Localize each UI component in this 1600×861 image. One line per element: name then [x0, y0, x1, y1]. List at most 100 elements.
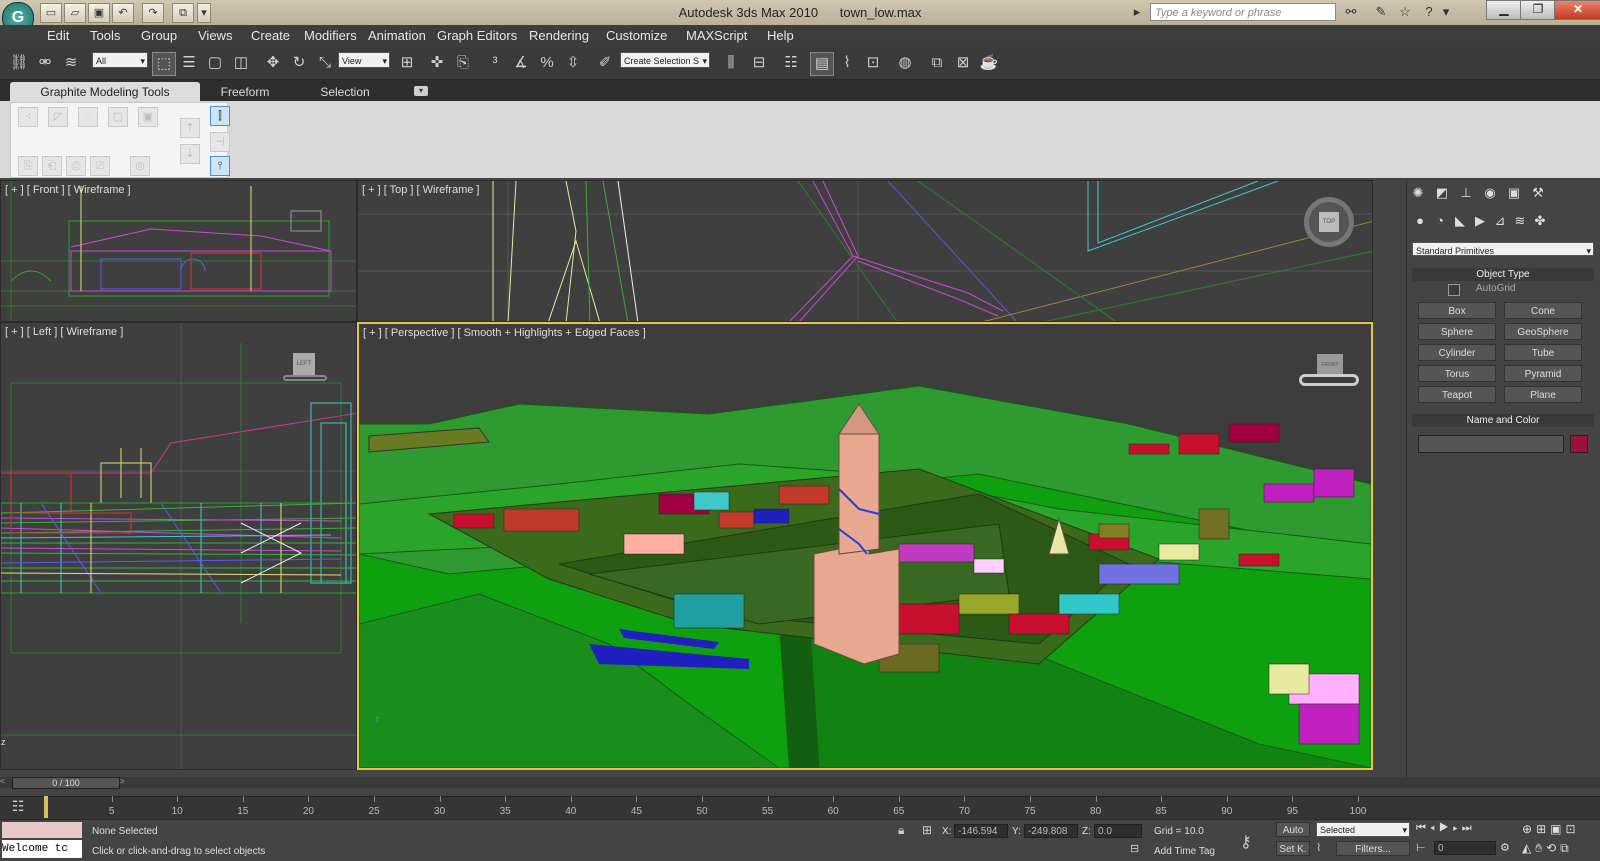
vertex-mode-icon[interactable]: ⁖: [18, 107, 38, 127]
close-button[interactable]: ✕: [1554, 0, 1600, 20]
collapse-stack-icon[interactable]: ⎘: [18, 156, 38, 176]
maxscript-input[interactable]: Welcome tc: [2, 840, 82, 858]
display-tab-icon[interactable]: ▣: [1504, 184, 1524, 202]
viewcube-perspective[interactable]: FRONT: [1299, 354, 1359, 388]
autogrid-checkbox[interactable]: [1448, 284, 1460, 296]
orbit-icon[interactable]: ⟲: [1546, 841, 1560, 855]
menu-rendering[interactable]: Rendering: [529, 25, 589, 47]
menu-customize[interactable]: Customize: [606, 25, 667, 47]
edge-mode-icon[interactable]: ◸: [48, 107, 68, 127]
redo-icon[interactable]: ↷: [142, 3, 164, 23]
set-key-icon[interactable]: ⚷: [1240, 832, 1252, 852]
select-and-rotate-icon[interactable]: ↻: [288, 52, 310, 74]
viewport-perspective-label[interactable]: [ + ] [ Perspective ] [ Smooth + Highlig…: [363, 327, 646, 339]
maxscript-listener-mini[interactable]: [2, 822, 82, 838]
key-mode-icon[interactable]: ⊢: [1416, 841, 1426, 854]
select-object-icon[interactable]: ⬚: [152, 52, 176, 76]
show-end-result-icon[interactable]: ⫿: [210, 106, 230, 126]
y-coordinate-field[interactable]: -249.808: [1024, 824, 1078, 838]
name-and-color-rollout-header[interactable]: Name and Color: [1412, 414, 1594, 427]
time-slider-bar[interactable]: [0, 777, 1600, 788]
key-filter-dropdown[interactable]: Selected ▾: [1316, 822, 1410, 837]
minimize-button[interactable]: ▁: [1486, 0, 1522, 20]
zoom-extents-all-icon[interactable]: ⊡: [1565, 822, 1579, 836]
space-warps-icon[interactable]: ≋: [1510, 212, 1530, 230]
modify-tab-icon[interactable]: ◩: [1432, 184, 1452, 202]
cylinder-button[interactable]: Cylinder: [1418, 344, 1496, 361]
add-time-tag[interactable]: Add Time Tag: [1154, 846, 1215, 857]
select-and-link-icon[interactable]: ⛓: [8, 52, 30, 74]
menu-help[interactable]: Help: [767, 25, 794, 47]
time-slider-thumb[interactable]: 0 / 100: [12, 777, 120, 789]
keyboard-shortcut-override-icon[interactable]: ⎘: [452, 52, 474, 74]
undo-icon[interactable]: ↶: [112, 3, 134, 23]
viewcube-perspective-face[interactable]: FRONT: [1317, 354, 1343, 376]
geometry-icon[interactable]: ●: [1410, 212, 1430, 230]
goto-end-icon[interactable]: ⏭: [1462, 822, 1476, 834]
mirror-icon[interactable]: ⫼: [720, 52, 742, 74]
communication-center-icon[interactable]: ✎: [1370, 3, 1392, 21]
menu-tools[interactable]: Tools: [90, 25, 120, 47]
pin-stack-icon[interactable]: ⊣: [210, 132, 230, 152]
reference-coordinate-dropdown[interactable]: View ▾: [338, 52, 390, 68]
sphere-button[interactable]: Sphere: [1418, 323, 1496, 340]
systems-icon[interactable]: ✤: [1530, 212, 1550, 230]
geosphere-button[interactable]: GeoSphere: [1504, 323, 1582, 340]
z-coordinate-field[interactable]: 0.0: [1094, 824, 1142, 838]
shapes-icon[interactable]: ◔: [1430, 212, 1450, 230]
primitive-category-dropdown[interactable]: Standard Primitives ▾: [1412, 242, 1594, 256]
align-icon[interactable]: ⊟: [748, 52, 770, 74]
cone-button[interactable]: Cone: [1504, 302, 1582, 319]
window-crossing-icon[interactable]: ◫: [230, 52, 252, 74]
time-configuration-icon[interactable]: ⚙: [1500, 841, 1510, 854]
rectangular-selection-icon[interactable]: ▢: [204, 52, 226, 74]
convert-poly-icon[interactable]: ⎗: [42, 156, 62, 176]
time-slider-prev-icon[interactable]: <: [0, 777, 10, 787]
maximize-viewport-icon[interactable]: ⧉: [1560, 841, 1573, 855]
selection-lock-icon[interactable]: 🔒︎: [898, 823, 904, 838]
key-filters-icon[interactable]: ⌇: [1316, 841, 1321, 854]
graphite-toggle-icon[interactable]: ▤: [810, 52, 834, 76]
cameras-icon[interactable]: ▶: [1470, 212, 1490, 230]
menu-modifiers[interactable]: Modifiers: [304, 25, 357, 47]
zoom-icon[interactable]: ⊕: [1522, 822, 1536, 836]
prev-frame-icon[interactable]: ◂: [1430, 822, 1439, 834]
help-icon[interactable]: ?: [1418, 3, 1440, 21]
tab-selection[interactable]: Selection: [300, 82, 390, 102]
viewport-perspective[interactable]: [ + ] [ Perspective ] [ Smooth + Highlig…: [357, 322, 1373, 770]
save-file-icon[interactable]: ▣: [88, 3, 110, 23]
hierarchy-tab-icon[interactable]: ⊥: [1456, 184, 1476, 202]
selection-filter-dropdown[interactable]: All ▾: [92, 52, 148, 68]
plane-button[interactable]: Plane: [1504, 386, 1582, 403]
binoculars-icon[interactable]: ⚯: [1340, 3, 1362, 21]
object-name-field[interactable]: [1418, 435, 1564, 453]
viewport-top[interactable]: [ + ] [ Top ] [ Wireframe ] TOP: [357, 180, 1373, 322]
modify-down-icon[interactable]: ⇣: [180, 144, 200, 164]
object-type-rollout-header[interactable]: Object Type: [1412, 268, 1594, 281]
rendered-frame-window-icon[interactable]: ⊠: [952, 52, 974, 74]
utilities-tab-icon[interactable]: ⚒: [1528, 184, 1548, 202]
helpers-icon[interactable]: ⊿: [1490, 212, 1510, 230]
viewport-top-label[interactable]: [ + ] [ Top ] [ Wireframe ]: [362, 184, 479, 196]
schematic-view-icon[interactable]: ⊡: [862, 52, 884, 74]
pyramid-button[interactable]: Pyramid: [1504, 365, 1582, 382]
polygon-mode-icon[interactable]: ▢: [108, 107, 128, 127]
pivot-center-icon[interactable]: ⊞: [396, 52, 418, 74]
time-slider-next-icon[interactable]: >: [120, 777, 130, 787]
angle-snap-icon[interactable]: ∡: [510, 52, 532, 74]
absolute-mode-icon[interactable]: ⊞: [922, 823, 932, 837]
play-icon[interactable]: ▶: [1439, 822, 1453, 834]
render-production-icon[interactable]: ☕: [978, 52, 1000, 74]
project-folder-icon[interactable]: ⧉: [172, 3, 194, 23]
snaps-toggle-icon[interactable]: ³: [484, 52, 506, 74]
set-key-button[interactable]: Set K.: [1276, 841, 1310, 856]
viewcube-top[interactable]: TOP: [1304, 197, 1354, 247]
select-and-move-icon[interactable]: ✥: [262, 52, 284, 74]
x-coordinate-field[interactable]: -146.594: [954, 824, 1008, 838]
goto-start-icon[interactable]: ⏮: [1416, 822, 1430, 834]
tab-graphite-modeling-tools[interactable]: Graphite Modeling Tools: [10, 82, 200, 102]
zoom-all-icon[interactable]: ⊞: [1536, 822, 1550, 836]
key-filters-button[interactable]: Filters...: [1336, 841, 1410, 856]
convert-mesh-icon[interactable]: ⎙: [66, 156, 86, 176]
select-and-manipulate-icon[interactable]: ✜: [426, 52, 448, 74]
